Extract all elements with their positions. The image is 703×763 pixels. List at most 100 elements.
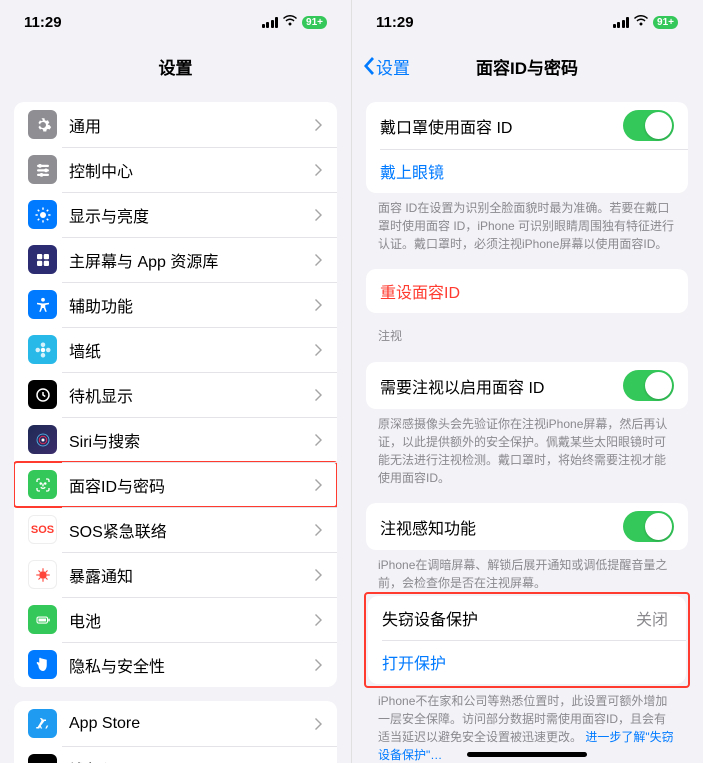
settings-screen-left: 11:29 91+ 设置 通用 控制中心 显示与亮度 [0,0,351,763]
wifi-icon [633,14,649,31]
attention-header: 注视 [352,313,702,348]
row-home-screen[interactable]: 主屏幕与 App 资源库 [14,237,337,282]
row-label: 控制中心 [69,158,315,182]
nav-bar: 设置 [0,44,351,88]
chevron-right-icon [315,389,323,401]
row-battery[interactable]: 电池 [14,597,337,642]
mask-footer: 面容 ID在设置为识别全脸面貌时最为准确。若要在戴口罩时使用面容 ID，iPho… [352,193,702,255]
row-turn-on-protection[interactable]: 打开保护 [368,640,686,684]
nav-bar: 设置 面容ID与密码 [352,44,702,88]
row-standby[interactable]: 待机显示 [14,372,337,417]
page-title: 设置 [159,54,193,79]
faceid-icon [28,470,57,499]
status-bar: 11:29 91+ [352,0,702,44]
row-siri[interactable]: Siri与搜索 [14,417,337,462]
chevron-right-icon [315,524,323,536]
faceid-content[interactable]: 戴口罩使用面容 ID 戴上眼镜 面容 ID在设置为识别全脸面貌时最为准确。若要在… [352,88,702,763]
back-label: 设置 [376,54,410,79]
row-label: 面容ID与密码 [69,473,315,497]
sliders-icon [28,155,57,184]
settings-group-2: App Store 钱包与 Apple Pay [14,701,337,763]
row-attention-required[interactable]: 需要注视以启用面容 ID [366,362,688,409]
row-label: 戴口罩使用面容 ID [380,114,623,138]
status-indicators: 91+ [613,14,678,31]
row-control-center[interactable]: 控制中心 [14,147,337,192]
page-title: 面容ID与密码 [476,54,578,79]
status-time: 11:29 [24,14,62,31]
chevron-right-icon [315,209,323,221]
siri-icon [28,425,57,454]
settings-group-1: 通用 控制中心 显示与亮度 主屏幕与 App 资源库 辅助功能 [14,102,337,687]
row-label: 钱包与 Apple Pay [69,757,315,763]
attention-required-group: 需要注视以启用面容 ID [366,362,688,409]
apps-grid-icon [28,245,57,274]
home-indicator[interactable] [467,752,587,757]
chevron-right-icon [315,254,323,266]
reset-group: 重设面容ID [366,269,688,313]
stolen-device-highlight: 失窃设备保护 关闭 打开保护 [364,592,690,688]
row-label: 辅助功能 [69,293,315,317]
row-label: 待机显示 [69,383,315,407]
row-wallpaper[interactable]: 墙纸 [14,327,337,372]
wallet-icon [28,754,57,763]
row-appstore[interactable]: App Store [14,701,337,746]
chevron-right-icon [315,659,323,671]
toggle-aware[interactable] [623,511,674,542]
row-label: 墙纸 [69,338,315,362]
chevron-right-icon [315,119,323,131]
chevron-right-icon [315,164,323,176]
row-label: 重设面容ID [380,279,674,303]
row-sos[interactable]: SOS SOS紧急联络 [14,507,337,552]
row-wallet[interactable]: 钱包与 Apple Pay [14,746,337,763]
sos-icon: SOS [28,515,57,544]
aware-footer: iPhone在调暗屏幕、解锁后展开通知或调低提醒音量之前，会检查你是否在注视屏幕… [352,550,702,594]
attention-footer: 原深感摄像头会先验证你在注视iPhone屏幕，然后再认证，以此提供额外的安全保护… [352,409,702,489]
chevron-right-icon [315,299,323,311]
cellular-icon [613,17,630,28]
row-label: 戴上眼镜 [380,159,674,183]
row-exposure[interactable]: 暴露通知 [14,552,337,597]
row-stolen-device[interactable]: 失窃设备保护 关闭 [368,596,686,640]
settings-list[interactable]: 通用 控制中心 显示与亮度 主屏幕与 App 资源库 辅助功能 [0,88,351,763]
row-faceid[interactable]: 面容ID与密码 [14,462,337,507]
status-bar: 11:29 91+ [0,0,351,44]
battery-indicator: 91+ [653,16,678,29]
row-mask-faceid[interactable]: 戴口罩使用面容 ID [366,102,688,149]
back-button[interactable]: 设置 [362,54,410,79]
row-label: 打开保护 [382,650,672,674]
attention-aware-group: 注视感知功能 [366,503,688,550]
cellular-icon [262,17,279,28]
accessibility-icon [28,290,57,319]
clock-icon [28,380,57,409]
battery-icon [28,605,57,634]
row-label: SOS紧急联络 [69,518,315,542]
row-general[interactable]: 通用 [14,102,337,147]
row-attention-aware[interactable]: 注视感知功能 [366,503,688,550]
toggle-attention[interactable] [623,370,674,401]
chevron-right-icon [315,569,323,581]
row-accessibility[interactable]: 辅助功能 [14,282,337,327]
wifi-icon [282,14,298,31]
hand-icon [28,650,57,679]
row-label: 失窃设备保护 [382,606,636,630]
row-reset-faceid[interactable]: 重设面容ID [366,269,688,313]
row-label: 注视感知功能 [380,515,623,539]
row-display[interactable]: 显示与亮度 [14,192,337,237]
flower-icon [28,335,57,364]
appstore-icon [28,709,57,738]
row-glasses[interactable]: 戴上眼镜 [366,149,688,193]
row-privacy[interactable]: 隐私与安全性 [14,642,337,687]
chevron-right-icon [315,718,323,730]
stolen-device-group: 失窃设备保护 关闭 打开保护 [368,596,686,684]
row-label: 需要注视以启用面容 ID [380,374,623,398]
battery-indicator: 91+ [302,16,327,29]
row-label: Siri与搜索 [69,428,315,452]
row-label: 隐私与安全性 [69,653,315,677]
toggle-mask[interactable] [623,110,674,141]
row-label: 显示与亮度 [69,203,315,227]
sun-icon [28,200,57,229]
chevron-right-icon [315,479,323,491]
chevron-right-icon [315,344,323,356]
chevron-right-icon [315,614,323,626]
row-label: App Store [69,715,315,733]
